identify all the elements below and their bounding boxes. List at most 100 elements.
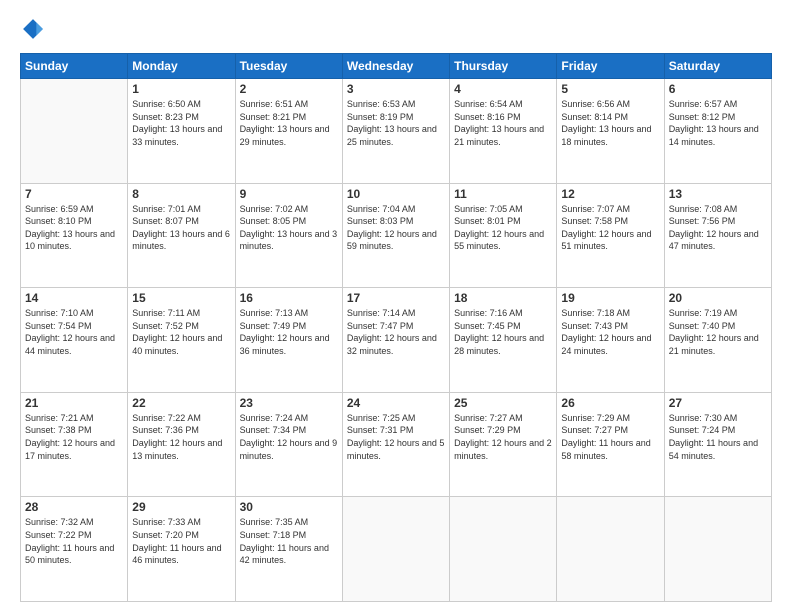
calendar-cell bbox=[557, 497, 664, 602]
day-info: Sunrise: 7:24 AMSunset: 7:34 PMDaylight:… bbox=[240, 412, 338, 462]
day-info: Sunrise: 7:08 AMSunset: 7:56 PMDaylight:… bbox=[669, 203, 767, 253]
calendar-cell: 13 Sunrise: 7:08 AMSunset: 7:56 PMDayligh… bbox=[664, 183, 771, 288]
day-info: Sunrise: 7:29 AMSunset: 7:27 PMDaylight:… bbox=[561, 412, 659, 462]
day-number: 19 bbox=[561, 291, 659, 305]
calendar-cell bbox=[450, 497, 557, 602]
day-number: 27 bbox=[669, 396, 767, 410]
day-number: 4 bbox=[454, 82, 552, 96]
calendar-week-row: 14 Sunrise: 7:10 AMSunset: 7:54 PMDayligh… bbox=[21, 288, 772, 393]
calendar-cell bbox=[21, 79, 128, 184]
calendar-cell: 22 Sunrise: 7:22 AMSunset: 7:36 PMDayligh… bbox=[128, 392, 235, 497]
calendar-cell: 21 Sunrise: 7:21 AMSunset: 7:38 PMDayligh… bbox=[21, 392, 128, 497]
calendar-week-row: 28Sunrise: 7:32 AMSunset: 7:22 PMDayligh… bbox=[21, 497, 772, 602]
calendar-cell: 12 Sunrise: 7:07 AMSunset: 7:58 PMDayligh… bbox=[557, 183, 664, 288]
day-number: 24 bbox=[347, 396, 445, 410]
day-number: 21 bbox=[25, 396, 123, 410]
day-number: 9 bbox=[240, 187, 338, 201]
calendar-cell: 3 Sunrise: 6:53 AMSunset: 8:19 PMDaylight… bbox=[342, 79, 449, 184]
day-number: 15 bbox=[132, 291, 230, 305]
day-info: Sunrise: 7:02 AMSunset: 8:05 PMDaylight:… bbox=[240, 203, 338, 253]
day-number: 22 bbox=[132, 396, 230, 410]
calendar-cell: 30 Sunrise: 7:35 AMSunset: 7:18 PMDayligh… bbox=[235, 497, 342, 602]
calendar-cell: 23 Sunrise: 7:24 AMSunset: 7:34 PMDayligh… bbox=[235, 392, 342, 497]
day-info: Sunrise: 7:27 AMSunset: 7:29 PMDaylight:… bbox=[454, 412, 552, 462]
day-info: Sunrise: 6:56 AMSunset: 8:14 PMDaylight:… bbox=[561, 98, 659, 148]
day-info: Sunrise: 7:14 AMSunset: 7:47 PMDaylight:… bbox=[347, 307, 445, 357]
calendar-cell: 27Sunrise: 7:30 AMSunset: 7:24 PMDayligh… bbox=[664, 392, 771, 497]
calendar-cell: 15 Sunrise: 7:11 AMSunset: 7:52 PMDayligh… bbox=[128, 288, 235, 393]
day-info: Sunrise: 7:19 AMSunset: 7:40 PMDaylight:… bbox=[669, 307, 767, 357]
weekday-header: Sunday bbox=[21, 54, 128, 79]
logo bbox=[20, 18, 48, 45]
day-number: 26 bbox=[561, 396, 659, 410]
day-info: Sunrise: 7:33 AMSunset: 7:20 PMDaylight:… bbox=[132, 516, 230, 566]
day-number: 7 bbox=[25, 187, 123, 201]
calendar-week-row: 7 Sunrise: 6:59 AMSunset: 8:10 PMDaylight… bbox=[21, 183, 772, 288]
day-info: Sunrise: 6:53 AMSunset: 8:19 PMDaylight:… bbox=[347, 98, 445, 148]
calendar-cell: 11 Sunrise: 7:05 AMSunset: 8:01 PMDayligh… bbox=[450, 183, 557, 288]
calendar-cell: 25 Sunrise: 7:27 AMSunset: 7:29 PMDayligh… bbox=[450, 392, 557, 497]
day-info: Sunrise: 7:13 AMSunset: 7:49 PMDaylight:… bbox=[240, 307, 338, 357]
day-info: Sunrise: 6:57 AMSunset: 8:12 PMDaylight:… bbox=[669, 98, 767, 148]
day-number: 25 bbox=[454, 396, 552, 410]
day-info: Sunrise: 6:51 AMSunset: 8:21 PMDaylight:… bbox=[240, 98, 338, 148]
day-number: 13 bbox=[669, 187, 767, 201]
calendar-cell: 28Sunrise: 7:32 AMSunset: 7:22 PMDayligh… bbox=[21, 497, 128, 602]
calendar-cell: 4Sunrise: 6:54 AMSunset: 8:16 PMDaylight… bbox=[450, 79, 557, 184]
calendar-cell: 5 Sunrise: 6:56 AMSunset: 8:14 PMDaylight… bbox=[557, 79, 664, 184]
calendar-cell: 24Sunrise: 7:25 AMSunset: 7:31 PMDayligh… bbox=[342, 392, 449, 497]
day-number: 12 bbox=[561, 187, 659, 201]
day-info: Sunrise: 7:32 AMSunset: 7:22 PMDaylight:… bbox=[25, 516, 123, 566]
day-info: Sunrise: 6:50 AMSunset: 8:23 PMDaylight:… bbox=[132, 98, 230, 148]
calendar-cell: 18Sunrise: 7:16 AMSunset: 7:45 PMDayligh… bbox=[450, 288, 557, 393]
day-info: Sunrise: 7:05 AMSunset: 8:01 PMDaylight:… bbox=[454, 203, 552, 253]
calendar-cell: 7 Sunrise: 6:59 AMSunset: 8:10 PMDaylight… bbox=[21, 183, 128, 288]
calendar-cell: 2 Sunrise: 6:51 AMSunset: 8:21 PMDaylight… bbox=[235, 79, 342, 184]
calendar-cell bbox=[342, 497, 449, 602]
weekday-header: Saturday bbox=[664, 54, 771, 79]
day-info: Sunrise: 7:10 AMSunset: 7:54 PMDaylight:… bbox=[25, 307, 123, 357]
day-number: 3 bbox=[347, 82, 445, 96]
calendar-cell: 20Sunrise: 7:19 AMSunset: 7:40 PMDayligh… bbox=[664, 288, 771, 393]
day-info: Sunrise: 7:01 AMSunset: 8:07 PMDaylight:… bbox=[132, 203, 230, 253]
day-info: Sunrise: 7:04 AMSunset: 8:03 PMDaylight:… bbox=[347, 203, 445, 253]
weekday-header: Thursday bbox=[450, 54, 557, 79]
day-number: 8 bbox=[132, 187, 230, 201]
day-info: Sunrise: 7:22 AMSunset: 7:36 PMDaylight:… bbox=[132, 412, 230, 462]
page: SundayMondayTuesdayWednesdayThursdayFrid… bbox=[0, 0, 792, 612]
day-info: Sunrise: 7:18 AMSunset: 7:43 PMDaylight:… bbox=[561, 307, 659, 357]
day-number: 14 bbox=[25, 291, 123, 305]
calendar-cell: 16Sunrise: 7:13 AMSunset: 7:49 PMDayligh… bbox=[235, 288, 342, 393]
day-number: 5 bbox=[561, 82, 659, 96]
weekday-header: Friday bbox=[557, 54, 664, 79]
day-number: 1 bbox=[132, 82, 230, 96]
day-info: Sunrise: 6:59 AMSunset: 8:10 PMDaylight:… bbox=[25, 203, 123, 253]
calendar-cell: 14 Sunrise: 7:10 AMSunset: 7:54 PMDayligh… bbox=[21, 288, 128, 393]
calendar-cell: 29Sunrise: 7:33 AMSunset: 7:20 PMDayligh… bbox=[128, 497, 235, 602]
calendar-cell: 6 Sunrise: 6:57 AMSunset: 8:12 PMDaylight… bbox=[664, 79, 771, 184]
day-info: Sunrise: 7:11 AMSunset: 7:52 PMDaylight:… bbox=[132, 307, 230, 357]
day-number: 2 bbox=[240, 82, 338, 96]
day-info: Sunrise: 7:07 AMSunset: 7:58 PMDaylight:… bbox=[561, 203, 659, 253]
day-info: Sunrise: 7:35 AMSunset: 7:18 PMDaylight:… bbox=[240, 516, 338, 566]
calendar-cell: 17 Sunrise: 7:14 AMSunset: 7:47 PMDayligh… bbox=[342, 288, 449, 393]
day-number: 30 bbox=[240, 500, 338, 514]
day-number: 23 bbox=[240, 396, 338, 410]
day-number: 10 bbox=[347, 187, 445, 201]
day-info: Sunrise: 7:16 AMSunset: 7:45 PMDaylight:… bbox=[454, 307, 552, 357]
calendar-cell: 1 Sunrise: 6:50 AMSunset: 8:23 PMDaylight… bbox=[128, 79, 235, 184]
calendar-cell: 8 Sunrise: 7:01 AMSunset: 8:07 PMDaylight… bbox=[128, 183, 235, 288]
weekday-header: Tuesday bbox=[235, 54, 342, 79]
day-number: 6 bbox=[669, 82, 767, 96]
calendar-table: SundayMondayTuesdayWednesdayThursdayFrid… bbox=[20, 53, 772, 602]
day-number: 11 bbox=[454, 187, 552, 201]
header bbox=[20, 18, 772, 45]
day-info: Sunrise: 7:21 AMSunset: 7:38 PMDaylight:… bbox=[25, 412, 123, 462]
calendar-week-row: 1 Sunrise: 6:50 AMSunset: 8:23 PMDaylight… bbox=[21, 79, 772, 184]
calendar-cell bbox=[664, 497, 771, 602]
calendar-cell: 19 Sunrise: 7:18 AMSunset: 7:43 PMDayligh… bbox=[557, 288, 664, 393]
calendar-cell: 10 Sunrise: 7:04 AMSunset: 8:03 PMDayligh… bbox=[342, 183, 449, 288]
day-number: 17 bbox=[347, 291, 445, 305]
calendar-week-row: 21 Sunrise: 7:21 AMSunset: 7:38 PMDayligh… bbox=[21, 392, 772, 497]
calendar-cell: 9 Sunrise: 7:02 AMSunset: 8:05 PMDaylight… bbox=[235, 183, 342, 288]
